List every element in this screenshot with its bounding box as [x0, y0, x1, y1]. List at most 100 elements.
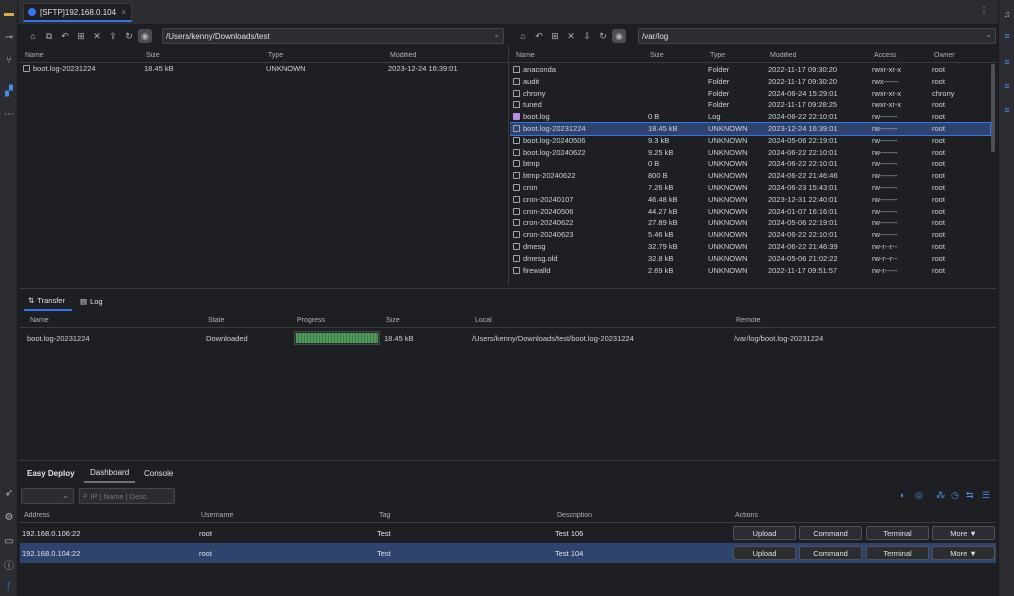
col-size[interactable]: Size — [146, 52, 160, 59]
col-type[interactable]: Type — [268, 52, 283, 59]
refresh-icon[interactable]: ↻ — [122, 29, 136, 43]
server-icon[interactable]: ≡ — [1001, 104, 1013, 116]
edge-icon[interactable]: ◐ — [900, 490, 911, 501]
col-username[interactable]: Username — [201, 512, 233, 519]
git-icon[interactable]: ᚴ — [2, 580, 16, 594]
col-modified[interactable]: Modified — [390, 52, 416, 59]
remote-host-icon[interactable]: ≡ — [1001, 56, 1013, 68]
command-button[interactable]: Command — [799, 526, 862, 540]
terminal-button[interactable]: Terminal — [866, 546, 929, 560]
remote-file-row[interactable]: boot.log-20240622 9.25 kB UNKNOWN 2024-06-2… — [510, 147, 990, 159]
remote-folder-row[interactable]: tuned Folder 2022-11-17 09:28:25 rwxr-xr-x r… — [510, 99, 990, 111]
home-icon[interactable]: ⌂ — [516, 29, 530, 43]
delete-icon[interactable]: ✕ — [564, 29, 578, 43]
group-select[interactable]: ⌄ — [21, 488, 74, 504]
col-address[interactable]: Address — [24, 512, 50, 519]
tab-easy-deploy[interactable]: Easy Deploy — [27, 463, 75, 483]
col-name[interactable]: Name — [30, 317, 49, 324]
remote-folder-row[interactable]: chrony Folder 2024-06-24 15:29:01 rwxr-xr-x… — [510, 88, 990, 100]
hidden-files-icon[interactable]: ◉ — [138, 29, 152, 43]
remote-file-row[interactable]: boot.log 0 B Log 2024-06-22 22:10:01 rw-----… — [510, 111, 990, 123]
local-file-row[interactable]: boot.log-20231224 18.45 kB UNKNOWN 2023-12-… — [20, 63, 508, 75]
remote-file-row[interactable]: cron 7.26 kB UNKNOWN 2024-06-23 15:43:01 rw-… — [510, 182, 990, 194]
col-access[interactable]: Access — [874, 52, 897, 59]
remote-file-row[interactable]: btmp 0 B UNKNOWN 2024-06-22 22:10:01 rw-----… — [510, 158, 990, 170]
refresh-icon[interactable]: ↻ — [596, 29, 610, 43]
col-owner[interactable]: Owner — [934, 52, 955, 59]
remote-file-row[interactable]: dmesg 32.79 kB UNKNOWN 2024-06-22 21:46:39 r… — [510, 241, 990, 253]
col-size[interactable]: Size — [386, 317, 400, 324]
col-size[interactable]: Size — [650, 52, 664, 59]
col-type[interactable]: Type — [710, 52, 725, 59]
network-icon[interactable]: ⁂ — [936, 490, 947, 501]
col-local[interactable]: Local — [475, 317, 492, 324]
tab-dashboard[interactable]: Dashboard — [84, 463, 136, 483]
home-icon[interactable]: ⌂ — [26, 29, 40, 43]
col-actions[interactable]: Actions — [735, 512, 758, 519]
chevron-down-icon[interactable]: ⌄ — [493, 30, 500, 39]
more-button[interactable]: More ▼ — [932, 526, 995, 540]
upload-button[interactable]: Upload — [733, 526, 796, 540]
remote-file-row[interactable]: cron-20240506 44.27 kB UNKNOWN 2024-01-07 1… — [510, 206, 990, 218]
col-name[interactable]: Name — [25, 52, 44, 59]
local-path-input[interactable]: /Users/kenny/Downloads/test ⌄ — [162, 28, 504, 44]
upload-button[interactable]: Upload — [733, 546, 796, 560]
remote-folder-row[interactable]: anaconda Folder 2022-11-17 09:30:20 rwxr-xr… — [510, 64, 990, 76]
download-icon[interactable]: ⇩ — [580, 29, 594, 43]
plugins-icon[interactable]: ▞ — [2, 84, 16, 98]
folder-icon[interactable]: ▬ — [2, 6, 16, 20]
remote-file-row[interactable]: boot.log-20240506 9.3 kB UNKNOWN 2024-05-06… — [510, 135, 990, 147]
command-button[interactable]: Command — [799, 546, 862, 560]
new-folder-icon[interactable]: ⊞ — [74, 29, 88, 43]
transfer-row[interactable]: boot.log-20231224 Downloaded 18.45 kB /U… — [20, 332, 996, 346]
remote-folder-row[interactable]: audit Folder 2022-11-17 09:30:20 rwx------ r… — [510, 76, 990, 88]
deploy-rocket-icon[interactable]: ➶ — [2, 486, 16, 500]
remote-file-row[interactable]: dmesg.old 32.8 kB UNKNOWN 2024-05-06 21:02:… — [510, 253, 990, 265]
terminal-button[interactable]: Terminal — [866, 526, 929, 540]
close-icon[interactable]: × — [121, 8, 126, 17]
tab-console[interactable]: Console — [144, 463, 173, 483]
tab-sftp[interactable]: [SFTP]192.168.0.104 × — [23, 3, 132, 22]
more-button[interactable]: More ▼ — [932, 546, 995, 560]
tab-transfer[interactable]: ⇅ Transfer — [24, 291, 72, 311]
col-state[interactable]: State — [208, 317, 224, 324]
remote-file-row[interactable]: cron-20240623 5.46 kB UNKNOWN 2024-06-22 22… — [510, 229, 990, 241]
chevron-down-icon[interactable]: ⌄ — [985, 30, 992, 39]
remote-scrollbar[interactable] — [991, 64, 995, 152]
git-branch-icon[interactable]: ⑂ — [2, 53, 16, 67]
clock-icon[interactable]: ◷ — [951, 490, 962, 501]
more-icon[interactable]: ⋯ — [2, 107, 16, 121]
bookmark-icon[interactable]: ⧉ — [42, 29, 56, 43]
commit-icon[interactable]: ⊸ — [2, 30, 16, 44]
search-box[interactable]: ⌕ — [79, 488, 175, 504]
hidden-files-icon[interactable]: ◉ — [612, 29, 626, 43]
kebab-menu-icon[interactable]: ⋮ — [980, 6, 988, 15]
github-icon[interactable]: ◎ — [915, 490, 926, 501]
terminal-icon[interactable]: ▭ — [2, 534, 16, 548]
notifications-icon[interactable]: ♫ — [1001, 8, 1013, 20]
upload-icon[interactable]: ⇪ — [106, 29, 120, 43]
delete-icon[interactable]: ✕ — [90, 29, 104, 43]
col-name[interactable]: Name — [516, 52, 535, 59]
col-remote[interactable]: Remote — [736, 317, 761, 324]
problems-icon[interactable]: ⓘ — [2, 557, 16, 572]
sftp-icon[interactable]: ≡ — [1001, 80, 1013, 92]
col-tag[interactable]: Tag — [379, 512, 390, 519]
tab-log[interactable]: ▤ Log — [80, 291, 103, 311]
remote-file-row[interactable]: cron-20240622 27.89 kB UNKNOWN 2024-05-06 2… — [510, 217, 990, 229]
split-divider[interactable] — [508, 46, 509, 286]
remote-file-row[interactable]: btmp-20240622 800 B UNKNOWN 2024-06-22 21:4… — [510, 170, 990, 182]
database-icon[interactable]: ≡ — [1001, 30, 1013, 42]
remote-file-row[interactable]: cron-20240107 46.48 kB UNKNOWN 2023-12-31 2… — [510, 194, 990, 206]
col-modified[interactable]: Modified — [770, 52, 796, 59]
remote-file-row[interactable]: firewalld 2.69 kB UNKNOWN 2022-11-17 09:51:… — [510, 265, 990, 277]
search-input[interactable] — [90, 491, 169, 501]
col-progress[interactable]: Progress — [297, 317, 325, 324]
sync-icon[interactable]: ⇆ — [966, 490, 977, 501]
back-icon[interactable]: ↶ — [58, 29, 72, 43]
settings-icon[interactable]: ⚙ — [2, 510, 16, 524]
remote-path-input[interactable]: /var/log ⌄ — [638, 28, 996, 44]
back-icon[interactable]: ↶ — [532, 29, 546, 43]
list-settings-icon[interactable]: ☰ — [982, 490, 993, 501]
remote-file-row[interactable]: boot.log-20231224 18.45 kB UNKNOWN 2023-12-… — [510, 122, 991, 136]
